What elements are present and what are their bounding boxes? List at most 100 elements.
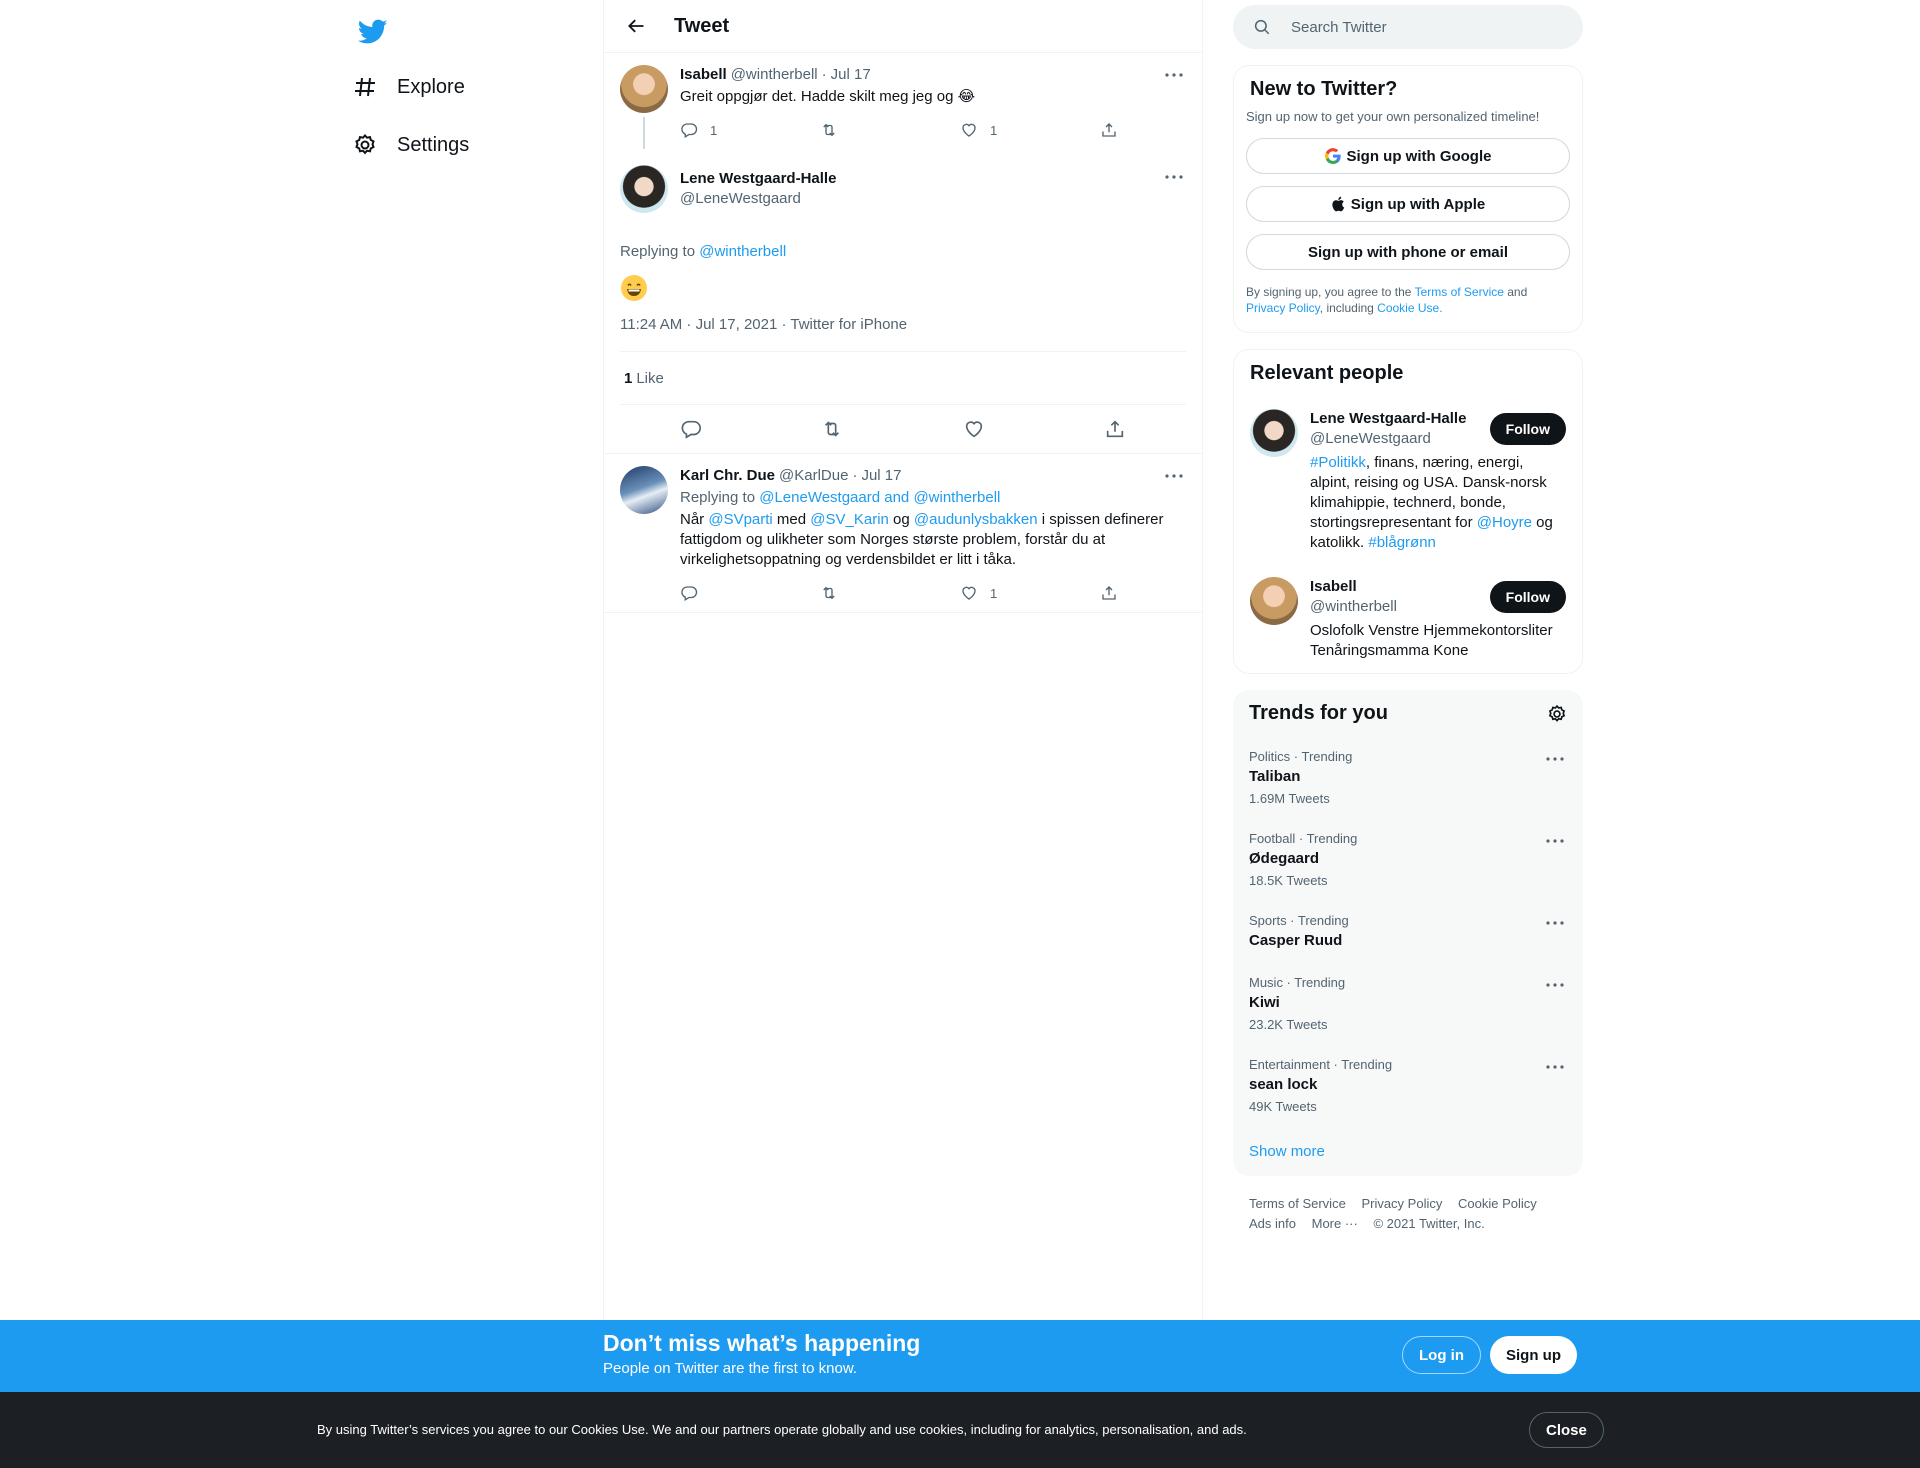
- mention-link[interactable]: @SV_Karin: [810, 511, 889, 528]
- retweet-button[interactable]: [820, 121, 960, 139]
- replying-prefix: Replying to: [620, 243, 700, 260]
- reply-icon[interactable]: [680, 418, 702, 440]
- signup-bar-title: Don’t miss what’s happening: [603, 1330, 921, 1356]
- like-button[interactable]: 1: [960, 121, 1100, 139]
- trend-item[interactable]: Entertainment · Trending sean lock 49K T…: [1233, 1045, 1583, 1127]
- like-button[interactable]: 1: [960, 584, 1100, 602]
- retweet-icon[interactable]: [821, 418, 843, 440]
- grinning-emoji-icon: [620, 274, 648, 302]
- cookie-close-button[interactable]: Close: [1529, 1412, 1604, 1448]
- signup-bar: Don’t miss what’s happening People on Tw…: [0, 1320, 1920, 1392]
- reply-button[interactable]: 1: [680, 121, 820, 139]
- replying-to-link[interactable]: @wintherbell: [699, 243, 786, 260]
- gear-icon[interactable]: [1547, 704, 1567, 724]
- tweet-timestamp[interactable]: 11:24 AM · Jul 17, 2021 · Twitter for iP…: [620, 316, 1186, 352]
- cookie-link[interactable]: Cookie Use.: [1377, 301, 1442, 315]
- text-part: og: [888, 511, 914, 528]
- footer-more-link[interactable]: More ···: [1312, 1216, 1358, 1231]
- author-handle[interactable]: @LeneWestgaard: [680, 189, 836, 209]
- footer-links: Terms of Service Privacy Policy Cookie P…: [1233, 1176, 1583, 1252]
- thread-line: [643, 117, 645, 149]
- google-signup-button[interactable]: Sign up with Google: [1246, 138, 1570, 174]
- follow-button[interactable]: Follow: [1489, 581, 1566, 613]
- focal-actions: [620, 405, 1186, 453]
- mention-link[interactable]: @Hoyre: [1477, 514, 1532, 531]
- avatar[interactable]: [620, 165, 668, 213]
- author-handle[interactable]: @wintherbell: [731, 65, 818, 85]
- footer-ads-link[interactable]: Ads info: [1249, 1216, 1296, 1231]
- avatar[interactable]: [620, 466, 668, 514]
- nav-settings[interactable]: Settings: [345, 120, 469, 170]
- author-name[interactable]: Isabell: [680, 65, 727, 85]
- more-icon[interactable]: [1543, 913, 1567, 933]
- footer-cookie-link[interactable]: Cookie Policy: [1458, 1196, 1537, 1211]
- more-icon[interactable]: [1543, 1057, 1567, 1077]
- legal-text: and: [1503, 285, 1528, 299]
- nav-explore[interactable]: Explore: [345, 62, 465, 112]
- mention-link[interactable]: @audunlysbakken: [914, 511, 1038, 528]
- login-button[interactable]: Log in: [1402, 1336, 1481, 1374]
- trend-count: 23.2K Tweets: [1249, 1017, 1328, 1032]
- footer-copyright: © 2021 Twitter, Inc.: [1373, 1216, 1485, 1231]
- tweet-date[interactable]: Jul 17: [861, 466, 901, 486]
- trend-item[interactable]: Music · Trending Kiwi 23.2K Tweets: [1233, 963, 1583, 1045]
- author-name[interactable]: Lene Westgaard-Halle: [680, 169, 836, 189]
- mention-link[interactable]: @SVparti: [708, 511, 772, 528]
- more-icon[interactable]: [1543, 975, 1567, 995]
- more-icon[interactable]: [1543, 749, 1567, 769]
- phone-signup-label: Sign up with phone or email: [1307, 243, 1508, 261]
- trend-item[interactable]: Sports · Trending Casper Ruud: [1233, 901, 1583, 963]
- hashtag-link[interactable]: #blågrønn: [1368, 534, 1436, 551]
- gear-icon: [345, 125, 385, 165]
- search-placeholder: Search Twitter: [1291, 18, 1387, 36]
- avatar[interactable]: [1250, 409, 1298, 457]
- like-stats[interactable]: 1 Like: [620, 352, 1186, 405]
- avatar[interactable]: [1250, 577, 1298, 625]
- share-button[interactable]: [1100, 121, 1130, 139]
- search-input[interactable]: Search Twitter: [1233, 5, 1583, 49]
- terms-link[interactable]: Terms of Service: [1415, 285, 1504, 299]
- follow-button[interactable]: Follow: [1489, 413, 1566, 445]
- separator: ·: [852, 467, 858, 484]
- nav-settings-label: Settings: [397, 133, 470, 156]
- author-handle[interactable]: @KarlDue: [779, 466, 848, 486]
- footer-terms-link[interactable]: Terms of Service: [1249, 1196, 1346, 1211]
- parent-tweet[interactable]: Isabell @wintherbell · Jul 17 Greit oppg…: [604, 53, 1202, 149]
- focal-tweet: Lene Westgaard-Halle @LeneWestgaard Repl…: [604, 149, 1202, 454]
- trend-count: 18.5K Tweets: [1249, 873, 1328, 888]
- twitter-logo-icon[interactable]: [351, 12, 395, 56]
- author-name[interactable]: Karl Chr. Due: [680, 466, 775, 486]
- share-icon[interactable]: [1104, 418, 1126, 440]
- tweet-date[interactable]: Jul 17: [831, 65, 871, 85]
- right-sidebar: Search Twitter New to Twitter? Sign up n…: [1233, 0, 1583, 1252]
- like-number: 1: [624, 369, 633, 387]
- privacy-link[interactable]: Privacy Policy: [1246, 301, 1320, 315]
- search-icon: [1254, 19, 1270, 35]
- show-more-link[interactable]: Show more: [1233, 1127, 1583, 1176]
- more-icon[interactable]: [1162, 167, 1186, 187]
- avatar[interactable]: [620, 65, 668, 113]
- heart-icon: [962, 586, 976, 600]
- back-arrow-icon[interactable]: [618, 8, 654, 44]
- retweet-button[interactable]: [820, 584, 960, 602]
- footer-privacy-link[interactable]: Privacy Policy: [1361, 1196, 1442, 1211]
- more-icon[interactable]: [1162, 466, 1186, 486]
- hashtag-link[interactable]: #Politikk: [1310, 454, 1366, 471]
- person-item[interactable]: Lene Westgaard-Halle @LeneWestgaard #Pol…: [1234, 397, 1582, 565]
- signup-button[interactable]: Sign up: [1490, 1336, 1577, 1374]
- replying-to-link[interactable]: @LeneWestgaard and @wintherbell: [759, 489, 1000, 506]
- phone-signup-button[interactable]: Sign up with phone or email: [1246, 234, 1570, 270]
- apple-signup-button[interactable]: Sign up with Apple: [1246, 186, 1570, 222]
- person-item[interactable]: Isabell @wintherbell Oslofolk Venstre Hj…: [1234, 565, 1582, 673]
- reply-button[interactable]: [680, 584, 820, 602]
- trend-item[interactable]: Football · Trending Ødegaard 18.5K Tweet…: [1233, 819, 1583, 901]
- tweet-text: Greit oppgjør det. Hadde skilt meg jeg o…: [680, 88, 976, 105]
- reply-icon: [681, 586, 698, 601]
- share-button[interactable]: [1100, 584, 1130, 602]
- more-icon[interactable]: [1543, 831, 1567, 851]
- trend-item[interactable]: Politics · Trending Taliban 1.69M Tweets: [1233, 737, 1583, 819]
- more-icon[interactable]: [1162, 65, 1186, 85]
- heart-icon[interactable]: [963, 418, 985, 440]
- reply-tweet[interactable]: Karl Chr. Due @KarlDue · Jul 17 Replying…: [604, 454, 1202, 613]
- replying-prefix: Replying to: [680, 489, 760, 506]
